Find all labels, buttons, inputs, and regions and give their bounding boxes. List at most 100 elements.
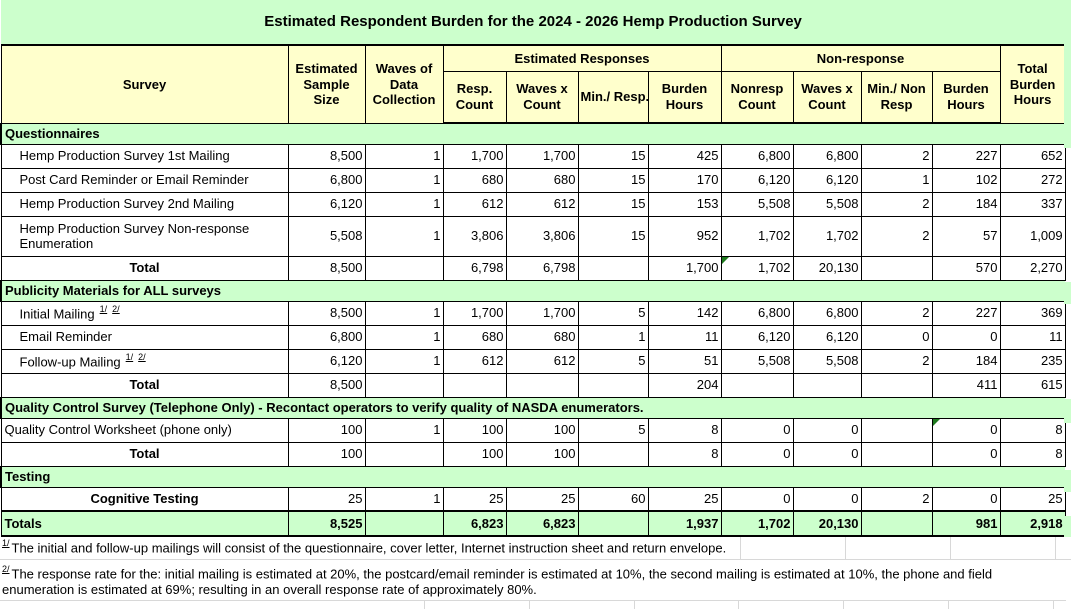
table-row: Email Reminder 6,800 1 680 680 1 11 6,120 6,120 0… xyxy=(0,324,1066,350)
value-cell: 184 xyxy=(931,191,1001,217)
table-row: Total 100 100 100 8 0 0 0 8 xyxy=(0,441,1066,467)
section-title: Testing xyxy=(0,465,1066,488)
value-cell: 184 xyxy=(931,348,1001,374)
value-cell: 5,508 xyxy=(720,191,794,217)
col-header-resp-count: Resp. Count xyxy=(442,70,507,124)
value-cell xyxy=(860,441,933,467)
footnote-mark: 1/ xyxy=(2,538,10,548)
col-header-sample-size: Estimated Sample Size xyxy=(287,44,366,124)
row-label: Follow-up Mailing 1/2/ xyxy=(0,348,289,374)
row-label: Quality Control Worksheet (phone only) xyxy=(0,417,289,443)
value-cell: 1,702 xyxy=(720,255,794,281)
value-cell: 1 xyxy=(364,143,444,169)
value-cell: 1 xyxy=(364,324,444,350)
value-cell: 170 xyxy=(647,167,722,193)
value-cell: 2 xyxy=(860,486,933,512)
spreadsheet-sheet: Estimated Respondent Burden for the 2024… xyxy=(0,0,1071,610)
value-cell: 981 xyxy=(931,510,1001,537)
value-cell: 153 xyxy=(647,191,722,217)
value-cell: 8,500 xyxy=(287,300,366,326)
value-cell: 612 xyxy=(505,191,579,217)
value-cell: 1,700 xyxy=(505,300,579,326)
sheet-gridline-strip xyxy=(0,601,1071,610)
value-cell: 6,800 xyxy=(287,324,366,350)
row-label: Cognitive Testing xyxy=(0,486,289,512)
value-cell: 5,508 xyxy=(792,348,862,374)
section-title: Publicity Materials for ALL surveys xyxy=(0,279,1066,302)
col-header-waves-x-count: Waves x Count xyxy=(505,70,579,124)
value-cell: 1 xyxy=(577,324,649,350)
value-cell: 100 xyxy=(442,441,507,467)
value-cell: 25 xyxy=(287,486,366,512)
value-cell: 8,525 xyxy=(287,510,366,537)
value-cell: 1,702 xyxy=(720,510,794,537)
sheet-gridline xyxy=(1053,601,1054,610)
value-cell: 6,800 xyxy=(720,143,794,169)
value-cell: 5,508 xyxy=(720,348,794,374)
value-cell: 2,270 xyxy=(999,255,1066,281)
value-cell xyxy=(442,372,507,398)
value-cell: 0 xyxy=(931,486,1001,512)
value-cell: 6,823 xyxy=(442,510,507,537)
value-cell: 1,700 xyxy=(442,300,507,326)
value-cell: 0 xyxy=(792,486,862,512)
col-header-nr-burden-hours: Burden Hours xyxy=(931,70,1001,124)
value-cell: 2 xyxy=(860,348,933,374)
right-margin-fill xyxy=(1064,399,1071,423)
value-cell: 0 xyxy=(931,324,1001,350)
value-cell: 0 xyxy=(931,417,1001,443)
value-cell xyxy=(860,372,933,398)
section-header-row: Questionnaires xyxy=(0,122,1066,145)
value-cell: 612 xyxy=(505,348,579,374)
grand-totals-row: Totals 8,525 6,823 6,823 1,937 1,702 20,130 981… xyxy=(0,510,1066,537)
value-cell: 0 xyxy=(931,441,1001,467)
value-cell: 1 xyxy=(364,191,444,217)
value-cell: 20,130 xyxy=(792,510,862,537)
value-cell: 6,800 xyxy=(720,300,794,326)
value-cell: 11 xyxy=(647,324,722,350)
value-cell: 0 xyxy=(720,417,794,443)
sheet-gridline xyxy=(950,537,951,559)
value-cell: 25 xyxy=(999,486,1066,512)
value-cell: 1 xyxy=(364,417,444,443)
row-label: Hemp Production Survey 2nd Mailing xyxy=(0,191,289,217)
col-header-burden-hours: Burden Hours xyxy=(647,70,722,124)
header-group-row: Survey Estimated Sample Size Waves of Da… xyxy=(0,44,1066,124)
value-cell: 2,918 xyxy=(999,510,1066,537)
value-cell xyxy=(720,372,794,398)
row-label: Initial Mailing 1/2/ xyxy=(0,300,289,326)
right-margin-fill xyxy=(1064,0,1071,148)
value-cell: 6,823 xyxy=(505,510,579,537)
value-cell: 15 xyxy=(577,143,649,169)
col-header-waves: Waves of Data Collection xyxy=(364,44,444,124)
footnote-2: 2/The response rate for the: initial mai… xyxy=(0,560,1066,602)
table-row: Total 8,500 204 411 615 xyxy=(0,372,1066,398)
value-cell: 652 xyxy=(999,143,1066,169)
value-cell xyxy=(792,372,862,398)
value-cell: 5 xyxy=(577,417,649,443)
value-cell: 100 xyxy=(287,441,366,467)
value-cell: 680 xyxy=(442,324,507,350)
value-cell: 8,500 xyxy=(287,143,366,169)
col-group-nonresponse: Non-response xyxy=(720,44,1001,72)
value-cell xyxy=(860,510,933,537)
value-cell xyxy=(364,510,444,537)
title-row: Estimated Respondent Burden for the 2024… xyxy=(1,0,1066,46)
table-row: Hemp Production Survey 2nd Mailing 6,120 1… xyxy=(0,191,1066,217)
value-cell: 25 xyxy=(505,486,579,512)
value-cell: 235 xyxy=(999,348,1066,374)
footnote-ref: 1/ xyxy=(99,303,108,314)
value-cell: 2 xyxy=(860,191,933,217)
sheet-gridline xyxy=(634,601,635,610)
section-title: Questionnaires xyxy=(0,122,1066,145)
sheet-gridline xyxy=(740,537,741,559)
value-cell: 8,500 xyxy=(287,255,366,281)
col-header-total-burden: Total Burden Hours xyxy=(999,44,1066,124)
value-cell: 1 xyxy=(364,167,444,193)
col-group-estimated-responses: Estimated Responses xyxy=(442,44,722,72)
value-cell: 57 xyxy=(931,215,1001,257)
row-label: Total xyxy=(0,255,289,281)
page-title: Estimated Respondent Burden for the 2024… xyxy=(1,0,1066,46)
value-cell: 25 xyxy=(647,486,722,512)
value-cell: 952 xyxy=(647,215,722,257)
